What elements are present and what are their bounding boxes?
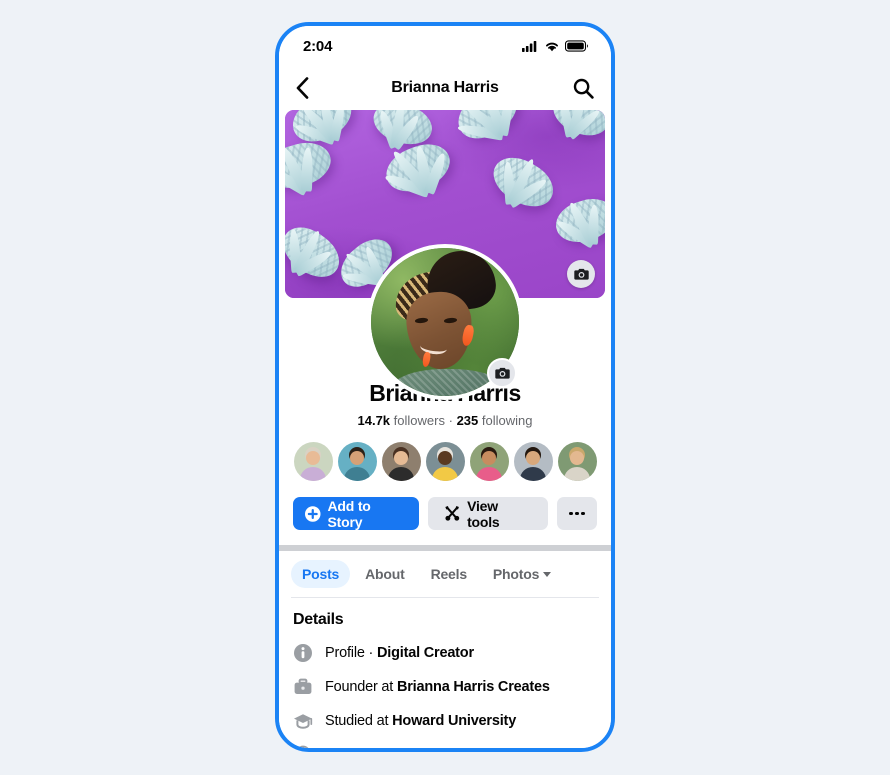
friend-avatar-7[interactable] bbox=[557, 442, 597, 481]
detail-text: Studied at Howard University bbox=[325, 713, 516, 729]
stats-separator: · bbox=[448, 413, 453, 428]
camera-icon bbox=[573, 268, 589, 280]
search-button[interactable] bbox=[573, 78, 594, 99]
detail-row[interactable]: Studied at Howard University bbox=[293, 711, 597, 731]
camera-icon bbox=[494, 367, 510, 379]
friend-avatar-4[interactable] bbox=[425, 442, 465, 481]
more-dots-icon bbox=[569, 511, 585, 516]
battery-icon bbox=[565, 40, 588, 52]
profile-action-buttons: Add to Story View tools bbox=[279, 497, 611, 530]
profile-stats: 14.7k followers · 235 following bbox=[279, 413, 611, 428]
more-options-button[interactable] bbox=[557, 497, 597, 530]
view-tools-button[interactable]: View tools bbox=[427, 497, 548, 530]
view-tools-label: View tools bbox=[467, 497, 500, 530]
back-chevron-icon bbox=[296, 77, 309, 99]
tab-posts[interactable]: Posts bbox=[291, 560, 351, 588]
status-bar-time: 2:04 bbox=[303, 37, 333, 55]
page-title: Brianna Harris bbox=[391, 79, 499, 96]
detail-value: Brianna Harris Creates bbox=[396, 679, 550, 695]
cellular-signal-icon bbox=[522, 41, 537, 52]
tab-label: Reels bbox=[430, 566, 468, 582]
detail-prefix: Profile · bbox=[325, 645, 377, 661]
detail-row[interactable]: Founder at Brianna Harris Creates bbox=[293, 677, 597, 697]
friend-avatar-1[interactable] bbox=[293, 442, 333, 481]
profile-picture-wrap bbox=[367, 244, 523, 400]
following-label: following bbox=[481, 413, 533, 428]
details-heading: Details bbox=[293, 611, 344, 628]
phone-screen: 2:04 Brianna Harris 14.7k followers · 23… bbox=[279, 26, 611, 748]
friend-avatar-5[interactable] bbox=[469, 442, 509, 481]
detail-value: Howard University bbox=[392, 713, 517, 729]
tab-label: Posts bbox=[302, 566, 340, 582]
tab-photos[interactable]: Photos bbox=[482, 560, 562, 588]
plus-circle-icon bbox=[305, 505, 321, 522]
detail-text: Founder at Brianna Harris Creates bbox=[325, 679, 550, 695]
tab-reels[interactable]: Reels bbox=[420, 560, 478, 588]
friends-avatar-row bbox=[279, 442, 611, 481]
info-circle-icon bbox=[293, 643, 313, 663]
wifi-icon bbox=[546, 42, 558, 52]
nav-header: Brianna Harris bbox=[279, 66, 611, 110]
graduation-cap-icon bbox=[293, 711, 313, 731]
detail-value: Digital Creator bbox=[377, 645, 474, 661]
friend-avatar-6[interactable] bbox=[513, 442, 553, 481]
friend-avatar-3[interactable] bbox=[381, 442, 421, 481]
status-bar: 2:04 bbox=[279, 26, 611, 66]
edit-profile-picture-button[interactable] bbox=[487, 358, 517, 388]
profile-tabs: Posts About Reels Photos bbox=[279, 551, 611, 597]
status-bar-icons bbox=[522, 40, 589, 52]
followers-label: followers bbox=[393, 413, 445, 428]
detail-text: Profile · Digital Creator bbox=[325, 645, 474, 661]
detail-row[interactable]: Profile · Digital Creator bbox=[293, 643, 597, 663]
location-icon bbox=[293, 745, 313, 748]
tab-about[interactable]: About bbox=[354, 560, 415, 588]
following-count: 235 bbox=[456, 413, 479, 428]
detail-prefix: Studied at bbox=[325, 713, 393, 729]
briefcase-icon bbox=[293, 677, 313, 697]
details-section: Details Profile · Digital Creator Founder… bbox=[279, 598, 611, 748]
edit-cover-photo-button[interactable] bbox=[567, 260, 595, 288]
tab-label: About bbox=[365, 566, 405, 582]
detail-row[interactable] bbox=[293, 745, 597, 748]
tools-icon bbox=[444, 506, 459, 521]
back-button[interactable] bbox=[296, 77, 322, 99]
friend-avatar-2[interactable] bbox=[337, 442, 377, 481]
detail-prefix: Founder at bbox=[325, 679, 397, 695]
tab-label: Photos bbox=[492, 566, 540, 582]
chevron-down-icon bbox=[543, 571, 552, 577]
add-to-story-label: Add to Story bbox=[327, 497, 371, 530]
search-icon bbox=[573, 78, 594, 99]
add-to-story-button[interactable]: Add to Story bbox=[293, 497, 419, 530]
followers-count: 14.7k bbox=[357, 413, 391, 428]
phone-frame: 2:04 Brianna Harris 14.7k followers · 23… bbox=[275, 22, 615, 752]
